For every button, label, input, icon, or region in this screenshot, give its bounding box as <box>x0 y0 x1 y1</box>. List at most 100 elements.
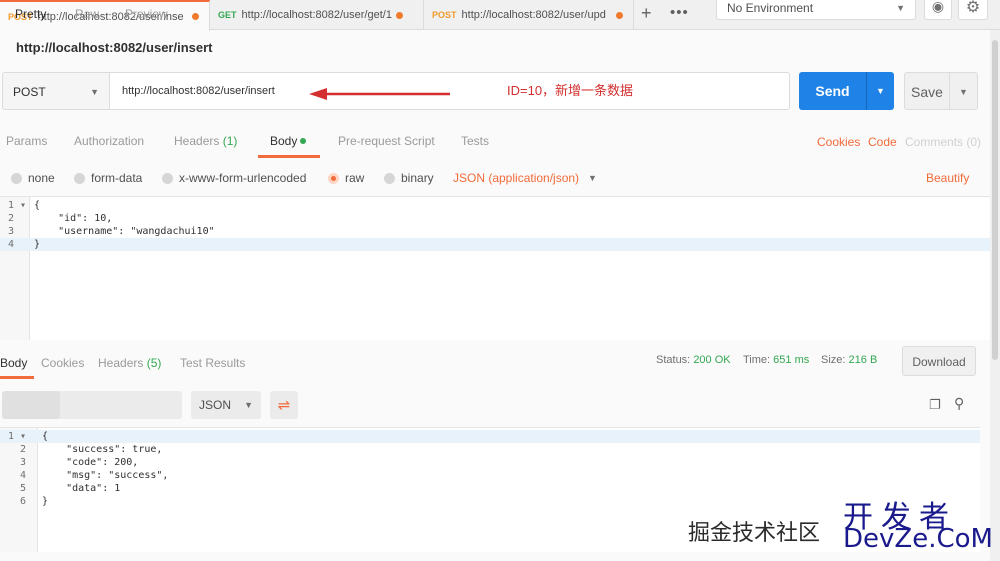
line-number: 1 ▾ <box>8 431 27 442</box>
response-tab-headers[interactable]: Headers (5) <box>98 356 161 370</box>
radio-raw[interactable]: raw <box>328 171 364 185</box>
code-text: "username": "wangdachui10" <box>34 226 215 237</box>
add-tab-icon[interactable]: + <box>641 3 652 24</box>
code-text: { <box>42 431 49 442</box>
response-tab-test-results[interactable]: Test Results <box>180 356 245 370</box>
code-text: "msg": "success", <box>42 470 169 481</box>
content-type-select[interactable]: JSON (application/json) <box>453 171 579 185</box>
response-tab-underline <box>0 376 34 379</box>
save-options-chevron-icon[interactable]: ▼ <box>950 72 978 110</box>
radio-urlencoded[interactable]: x-www-form-urlencoded <box>162 171 306 185</box>
size-readout: Size: 216 B <box>821 354 877 366</box>
chevron-down-icon[interactable]: ▼ <box>588 173 597 183</box>
radio-label: none <box>28 171 55 185</box>
view-pretty[interactable]: Pretty <box>15 7 46 21</box>
request-tab-get[interactable]: GET http://localhost:8082/user/get/1( <box>210 0 424 30</box>
method-select[interactable]: POST ▼ <box>2 72 110 110</box>
cookies-link[interactable]: Cookies <box>817 135 860 149</box>
radio-label: form-data <box>91 171 143 185</box>
view-raw[interactable]: Raw <box>75 7 99 21</box>
environment-value: No Environment <box>727 1 814 15</box>
time-value: 651 ms <box>773 354 810 366</box>
tab-method: POST <box>432 10 457 20</box>
unsaved-dot-icon <box>615 11 623 19</box>
save-button[interactable]: Save <box>904 72 950 110</box>
response-format-select[interactable]: JSON ▼ <box>191 391 261 419</box>
tab-body[interactable]: Body <box>270 134 307 148</box>
pretty-selected-bg <box>2 391 60 419</box>
response-format-value: JSON <box>199 398 232 412</box>
gear-icon[interactable]: ⚙ <box>958 0 988 20</box>
unsaved-dot-icon <box>395 11 403 19</box>
annotation-arrow-icon <box>309 88 450 100</box>
status-label: Status: <box>656 354 691 366</box>
code-line: 2 "id": 10, <box>0 212 990 225</box>
line-number: 3 <box>8 226 15 237</box>
devze-watermark: DevZe.CoM <box>843 524 993 554</box>
status-readout: Status: 200 OK <box>656 354 731 366</box>
code-text: "success": true, <box>42 444 163 455</box>
search-icon[interactable]: ⚲ <box>954 395 964 412</box>
time-readout: Time: 651 ms <box>743 354 809 366</box>
tab-prerequest-script[interactable]: Pre-request Script <box>338 134 435 148</box>
tab-headers[interactable]: Headers (1) <box>174 134 237 148</box>
request-tab-update[interactable]: POST http://localhost:8082/user/upd <box>424 0 634 30</box>
response-body-viewer[interactable]: 1 ▾ { 2 "success": true, 3 "code": 200, 4… <box>0 427 980 552</box>
time-label: Time: <box>743 354 771 366</box>
wrap-lines-icon[interactable]: ⇌ <box>270 391 298 419</box>
tab-headers-count: (1) <box>222 134 238 148</box>
view-preview[interactable]: Preview <box>125 7 168 21</box>
line-number: 1 ▾ <box>8 200 27 211</box>
tab-tests[interactable]: Tests <box>461 134 489 148</box>
tab-url: http://localhost:8082/user/get/1( <box>241 9 392 21</box>
line-number: 3 <box>20 457 27 468</box>
size-label: Size: <box>821 354 846 366</box>
tab-body-label: Body <box>270 134 298 148</box>
tab-authorization[interactable]: Authorization <box>74 134 144 148</box>
radio-none[interactable]: none <box>11 171 55 185</box>
tab-params[interactable]: Params <box>6 134 47 148</box>
more-tabs-icon[interactable]: ••• <box>670 4 689 21</box>
request-body-editor[interactable]: 1 ▾ { 2 "id": 10, 3 "username": "wangdach… <box>0 196 990 340</box>
code-line: 6} <box>0 495 980 508</box>
eye-icon[interactable]: ◉ <box>924 0 952 20</box>
code-line: 4 "msg": "success", <box>0 469 980 482</box>
comments-link[interactable]: Comments (0) <box>905 135 981 149</box>
radio-label: raw <box>345 171 365 185</box>
response-tab-body[interactable]: Body <box>0 356 27 370</box>
request-title: http://localhost:8082/user/insert <box>16 40 213 55</box>
method-value: POST <box>13 85 46 99</box>
code-line: 1 ▾ { <box>0 199 990 212</box>
line-number: 2 <box>20 444 27 455</box>
radio-circle-icon <box>162 172 173 184</box>
code-text: { <box>34 200 41 211</box>
beautify-link[interactable]: Beautify <box>926 171 969 185</box>
line-number: 2 <box>8 213 15 224</box>
environment-select[interactable]: No Environment ▼ <box>716 0 916 20</box>
chevron-down-icon: ▼ <box>244 400 253 410</box>
code-line-active: 1 ▾ { <box>0 430 980 443</box>
chevron-down-icon: ▼ <box>90 87 99 97</box>
radio-binary[interactable]: binary <box>384 171 434 185</box>
code-link[interactable]: Code <box>868 135 897 149</box>
code-text: "id": 10, <box>34 213 113 224</box>
code-line: 3 "code": 200, <box>0 456 980 469</box>
code-line-active: 4} <box>0 238 990 251</box>
response-tab-headers-count: (5) <box>146 356 162 370</box>
code-text: "data": 1 <box>42 483 121 494</box>
tab-body-underline <box>258 155 320 158</box>
send-options-chevron-icon[interactable]: ▼ <box>866 72 894 110</box>
radio-label: binary <box>401 171 434 185</box>
send-button[interactable]: Send <box>799 72 866 110</box>
tab-headers-label: Headers <box>174 134 220 148</box>
response-tab-headers-label: Headers <box>98 356 144 370</box>
response-tab-cookies[interactable]: Cookies <box>41 356 84 370</box>
line-number: 6 <box>20 496 27 507</box>
chevron-down-icon: ▼ <box>896 3 905 13</box>
active-dot-icon <box>300 138 307 144</box>
download-button[interactable]: Download <box>902 346 976 376</box>
radio-form-data[interactable]: form-data <box>74 171 142 185</box>
line-number: 4 <box>20 470 27 481</box>
copy-icon[interactable]: ❐ <box>929 397 941 413</box>
scrollbar-thumb[interactable] <box>992 40 998 360</box>
